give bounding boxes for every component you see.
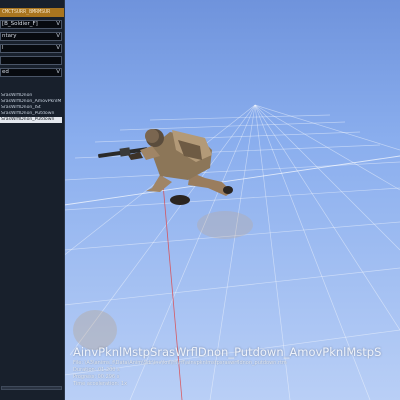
time-acceleration-text: Time acceleration: 1x bbox=[73, 381, 128, 387]
unit-class-label: [B_Soldier_F] bbox=[2, 21, 38, 27]
weapon-label: ed bbox=[2, 69, 9, 75]
chevron-down-icon: V bbox=[56, 33, 60, 39]
duration-text: Duration: 01.200 s bbox=[73, 367, 120, 373]
stance-label: l bbox=[2, 45, 4, 51]
weapon-dropdown[interactable]: ed V bbox=[0, 68, 62, 77]
filter-input[interactable] bbox=[0, 56, 62, 65]
category-dropdown[interactable]: ntary V bbox=[0, 32, 62, 41]
progress-text: Progress: 00.296 s bbox=[73, 374, 120, 380]
file-path: File: \A3\anims_f\Data\Anim\Sdr\inv\knl\… bbox=[73, 360, 287, 366]
debug-panel: CMCTSURR_BMRMSUR [B_Soldier_F] V ntary V… bbox=[0, 0, 65, 400]
panel-title: CMCTSURR_BMRMSUR bbox=[0, 8, 64, 17]
animation-name: AinvPknlMstpSrasWrflDnon_Putdown_AmovPkn… bbox=[73, 345, 382, 359]
category-label: ntary bbox=[2, 33, 17, 39]
list-item-selected[interactable]: SrasWrflDnon_Putdown bbox=[0, 117, 62, 123]
animation-list[interactable]: SrasWrflDnon SrasWrflDnon_AmovPknlM Sras… bbox=[0, 93, 62, 123]
stance-dropdown[interactable]: l V bbox=[0, 44, 62, 53]
chevron-down-icon: V bbox=[56, 21, 60, 27]
chevron-down-icon: V bbox=[56, 69, 60, 75]
chevron-down-icon: V bbox=[56, 45, 60, 51]
unit-class-dropdown[interactable]: [B_Soldier_F] V bbox=[0, 20, 62, 29]
horizontal-scrollbar[interactable] bbox=[1, 386, 62, 390]
